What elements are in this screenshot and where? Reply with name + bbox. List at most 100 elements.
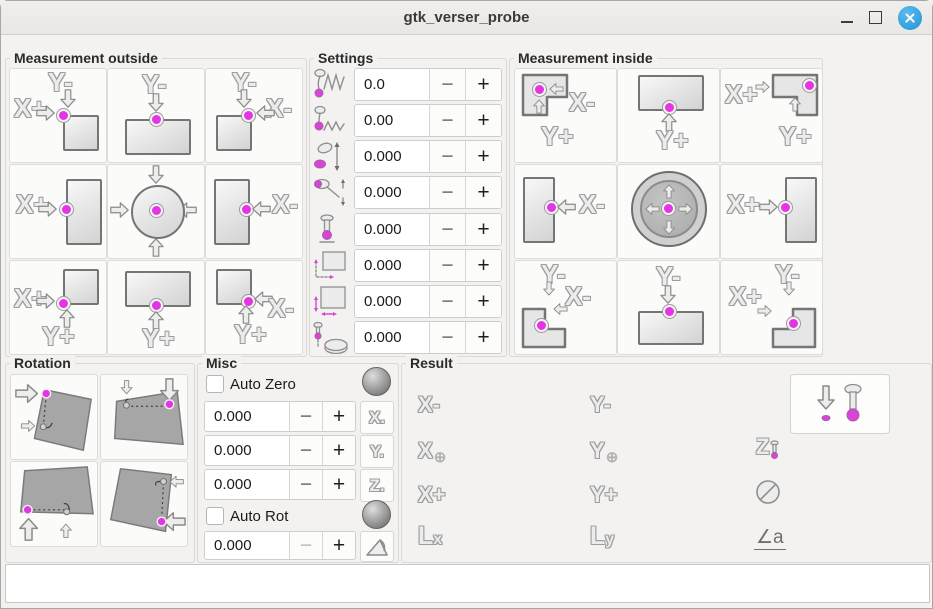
result-title: Result xyxy=(406,355,457,371)
increment-button[interactable]: + xyxy=(465,250,501,281)
workpiece-square xyxy=(63,115,99,151)
y-plus-label: Y+ xyxy=(234,321,267,347)
increment-button[interactable]: + xyxy=(465,141,501,172)
misc-y-value-input[interactable] xyxy=(205,436,289,465)
settings-value-input[interactable] xyxy=(355,322,429,353)
settings-title: Settings xyxy=(314,50,377,66)
measurement-outside-frame: Measurement outside Y- X+ Y- Y- X- X+ xyxy=(5,58,307,357)
probe-inside-corner-top-left-button[interactable]: X- Y+ xyxy=(514,68,617,163)
settings-value-input[interactable] xyxy=(355,286,429,317)
probe-point-dot xyxy=(663,305,676,318)
minimize-button[interactable] xyxy=(841,13,853,23)
decrement-button[interactable]: − xyxy=(429,177,465,208)
increment-button[interactable]: + xyxy=(465,214,501,245)
probe-outside-edge-top-button[interactable]: Y- xyxy=(107,68,205,163)
probe-outside-edge-right-button[interactable]: X- xyxy=(205,164,303,259)
increment-button[interactable]: + xyxy=(465,177,501,208)
decrement-button[interactable]: − xyxy=(429,141,465,172)
rotation-top-edge-button[interactable] xyxy=(100,374,188,460)
decrement-button[interactable]: − xyxy=(429,69,465,100)
misc-spin-row: − + xyxy=(204,401,356,432)
x-minus-label: X- xyxy=(272,191,298,217)
probe-outside-corner-top-right-button[interactable]: Y- X- xyxy=(205,68,303,163)
left-arrow-icon xyxy=(549,83,564,95)
increment-button[interactable]: + xyxy=(465,322,501,353)
up-arrow-icon xyxy=(663,184,675,199)
settings-value-input[interactable] xyxy=(355,69,429,100)
probe-inside-corner-bottom-left-button[interactable]: Y- X- xyxy=(514,260,617,355)
settings-value-input[interactable] xyxy=(355,214,429,245)
rotation-bottom-edge-button[interactable] xyxy=(10,461,98,547)
misc-x-value-input[interactable] xyxy=(205,402,289,431)
close-button[interactable] xyxy=(898,6,922,30)
misc-rot-value-input[interactable] xyxy=(205,532,289,559)
auto-rot-checkbox[interactable] xyxy=(206,507,224,525)
misc-title: Misc xyxy=(202,355,241,371)
x-minus-label: X- xyxy=(579,191,605,217)
decrement-button[interactable]: − xyxy=(429,105,465,136)
zero-y-button[interactable]: Y. xyxy=(360,435,394,468)
settings-value-input[interactable] xyxy=(355,177,429,208)
probe-inside-corner-bottom-right-button[interactable]: Y- X+ xyxy=(720,260,823,355)
right-arrow-icon xyxy=(757,305,772,317)
center-glyph-icon: ⊕ xyxy=(606,449,619,466)
settings-value-input[interactable] xyxy=(355,105,429,136)
diameter-icon xyxy=(754,478,782,506)
settings-frame: Settings − + − + − + − + − + xyxy=(309,58,507,357)
increment-button[interactable]: + xyxy=(322,470,355,499)
probe-down-button[interactable] xyxy=(790,374,890,434)
probe-inside-edge-right-button[interactable]: X+ xyxy=(720,164,823,259)
probe-inside-hole-center-button[interactable] xyxy=(617,164,720,259)
increment-button[interactable]: + xyxy=(322,436,355,465)
decrement-button[interactable]: − xyxy=(429,286,465,317)
zero-z-button[interactable]: Z. xyxy=(360,469,394,502)
probe-inside-edge-top-button[interactable]: Y+ xyxy=(617,68,720,163)
probe-outside-center-button[interactable] xyxy=(107,164,205,259)
increment-button[interactable]: + xyxy=(322,402,355,431)
probe-outside-edge-left-button[interactable]: X+ xyxy=(9,164,107,259)
misc-rot-spin-row: − + xyxy=(204,531,356,560)
right-arrow-icon xyxy=(755,81,770,93)
maximize-button[interactable] xyxy=(869,11,882,24)
settings-spin-row: − + xyxy=(354,104,502,137)
decrement-button[interactable]: − xyxy=(289,402,322,431)
right-arrow-icon xyxy=(759,199,778,215)
message-entry[interactable] xyxy=(5,564,930,603)
right-arrow-icon xyxy=(36,293,55,309)
probe-outside-edge-bottom-button[interactable]: Y+ xyxy=(107,260,205,355)
increment-button[interactable]: + xyxy=(465,69,501,100)
misc-z-value-input[interactable] xyxy=(205,470,289,499)
xy-clearance-icon xyxy=(311,249,353,282)
increment-button[interactable]: + xyxy=(465,105,501,136)
increment-button[interactable]: + xyxy=(322,532,355,559)
probe-feed-icon xyxy=(311,104,353,137)
probe-point-dot xyxy=(803,79,816,92)
increment-button[interactable]: + xyxy=(465,286,501,317)
down-arrow-icon xyxy=(236,89,252,108)
right-arrow-icon xyxy=(678,203,693,215)
settings-value-input[interactable] xyxy=(355,250,429,281)
settings-value-input[interactable] xyxy=(355,141,429,172)
decrement-button[interactable]: − xyxy=(429,322,465,353)
rotation-left-edge-button[interactable] xyxy=(10,374,98,460)
settings-spin-row: − + xyxy=(354,321,502,354)
probe-outside-corner-bottom-right-button[interactable]: X- Y+ xyxy=(205,260,303,355)
rotation-right-edge-button[interactable] xyxy=(100,461,188,547)
decrement-button[interactable]: − xyxy=(289,532,322,559)
probe-outside-corner-bottom-left-button[interactable]: X+ Y+ xyxy=(9,260,107,355)
result-y-center-label: Y⊕ xyxy=(590,440,618,466)
probe-inside-edge-left-button[interactable]: X- xyxy=(514,164,617,259)
set-rotation-button[interactable] xyxy=(360,531,394,562)
decrement-button[interactable]: − xyxy=(289,436,322,465)
probe-inside-corner-top-right-button[interactable]: X+ Y+ xyxy=(720,68,823,163)
latch-return-icon xyxy=(311,176,353,209)
rotation-frame: Rotation xyxy=(5,363,195,563)
rotation-left-edge-icon xyxy=(11,375,97,457)
decrement-button[interactable]: − xyxy=(429,250,465,281)
probe-inside-edge-bottom-button[interactable]: Y- xyxy=(617,260,720,355)
probe-outside-corner-top-left-button[interactable]: Y- X+ xyxy=(9,68,107,163)
decrement-button[interactable]: − xyxy=(429,214,465,245)
zero-x-button[interactable]: X. xyxy=(360,401,394,434)
auto-zero-checkbox[interactable] xyxy=(206,375,224,393)
decrement-button[interactable]: − xyxy=(289,470,322,499)
